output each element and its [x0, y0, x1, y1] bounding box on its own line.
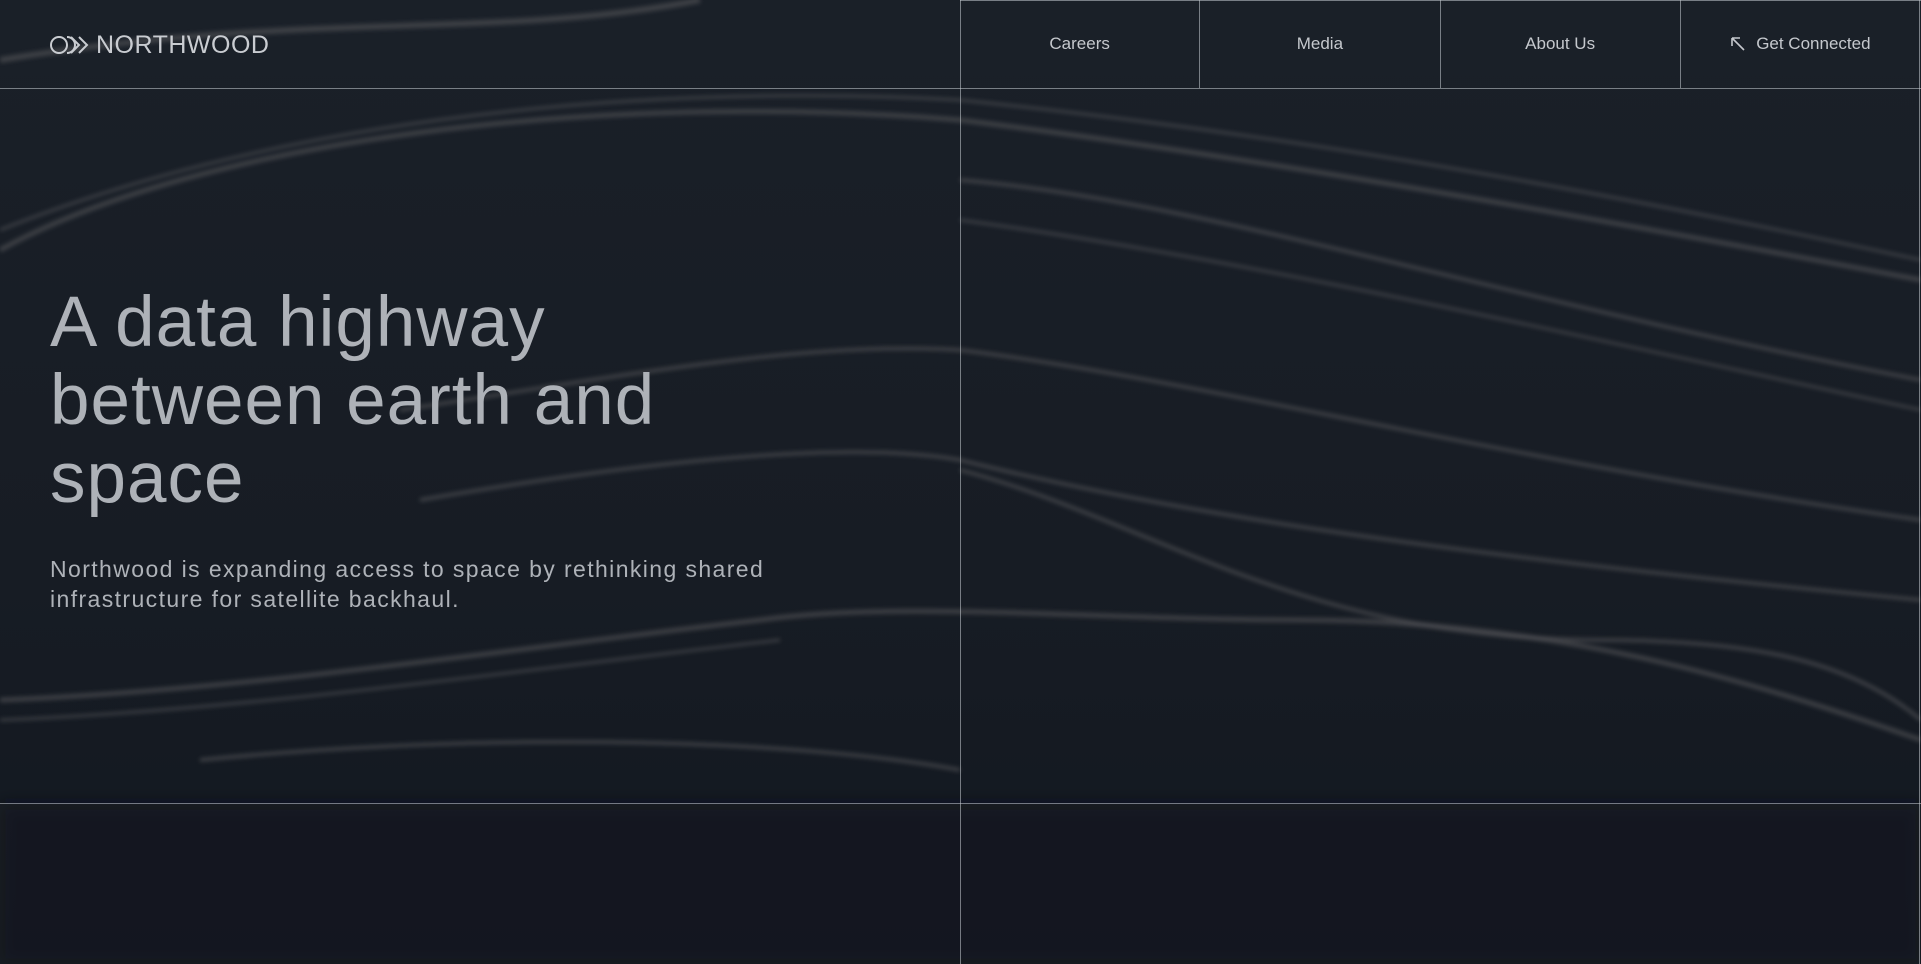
nav-item-label: Careers	[1049, 34, 1110, 53]
nav-item-media[interactable]: Media	[1200, 0, 1441, 88]
hero-subtitle: Northwood is expanding access to space b…	[50, 556, 765, 612]
hero-bottom-line	[0, 803, 1921, 804]
main-navigation: Careers Media About Us Get Connected	[960, 0, 1920, 88]
logo-mark-icon	[50, 36, 89, 54]
nav-item-careers[interactable]: Careers	[960, 0, 1201, 88]
center-divider-line	[960, 0, 961, 964]
brand-name: NORTHWOOD	[96, 30, 270, 59]
nav-item-get-connected[interactable]: Get Connected	[1681, 0, 1920, 88]
arrow-up-left-icon	[1731, 37, 1745, 51]
hero-title: A data highway between earth and space	[50, 283, 656, 518]
nav-item-about-us[interactable]: About Us	[1441, 0, 1681, 88]
right-border-line	[1919, 0, 1920, 964]
nav-item-label: Get Connected	[1756, 34, 1871, 53]
nav-item-label: About Us	[1525, 34, 1596, 53]
nav-item-label: Media	[1296, 34, 1344, 53]
brand-logo[interactable]: NORTHWOOD	[50, 30, 270, 59]
